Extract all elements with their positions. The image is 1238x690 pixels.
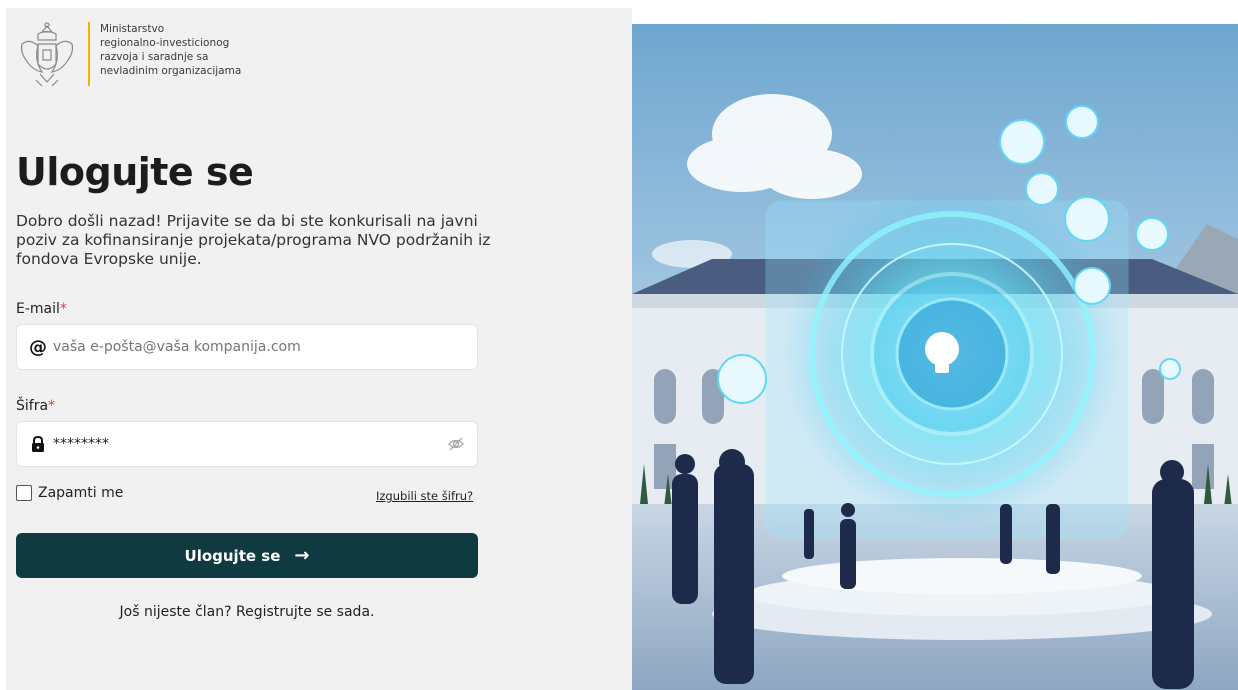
password-field[interactable] [53,436,447,452]
password-label-text: Šifra [16,398,49,414]
email-field-box[interactable]: @ [16,324,478,370]
lock-icon [32,435,44,452]
login-button[interactable]: Ulogujte se → [16,533,478,578]
login-panel: Ministarstvo regionalno-investicionog ra… [6,8,632,690]
remember-checkbox[interactable] [16,485,32,501]
logo-divider [88,22,90,86]
arrow-right-icon: → [294,545,310,566]
eye-slash-icon[interactable] [447,435,465,453]
ministry-line: Ministarstvo [100,23,165,35]
login-button-label: Ulogujte se [184,546,281,565]
email-label: E-mail* [16,301,67,317]
password-label: Šifra* [16,398,55,414]
password-field-box[interactable] [16,421,478,467]
remember-label: Zapamti me [38,485,124,501]
at-sign-icon: @ [29,336,47,358]
ministry-name: Ministarstvo regionalno-investicionog ra… [100,22,241,78]
page-title: Ulogujte se [16,150,254,194]
hero-image [632,24,1238,690]
required-mark: * [59,301,67,317]
email-label-text: E-mail [16,301,60,317]
ministry-line: regionalno-investicionog [100,37,230,49]
ministry-line: nevladinim organizacijama [100,65,242,77]
ministry-line: razvoja i saradnje sa [100,51,209,63]
email-field[interactable] [53,339,465,355]
intro-text: Dobro došli nazad! Prijavite se da bi st… [16,212,491,268]
crest-icon [20,22,74,87]
ministry-logo: Ministarstvo regionalno-investicionog ra… [16,20,241,90]
forgot-password-link[interactable]: Izgubili ste šifru? [376,489,473,503]
hero-illustration [632,24,1238,690]
register-link[interactable]: Još nijeste član? Registrujte se sada. [16,604,478,620]
remember-me[interactable]: Zapamti me [16,485,123,501]
required-mark: * [48,398,56,414]
